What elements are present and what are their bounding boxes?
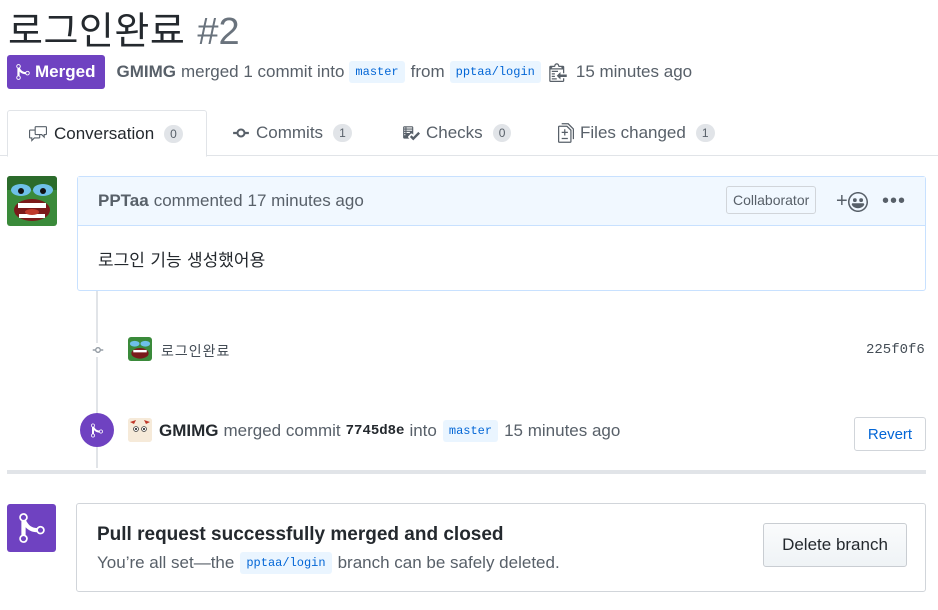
merged-desc-before: You’re all set—the — [97, 553, 235, 572]
add-reaction-button[interactable]: + — [836, 190, 868, 213]
tab-label: Files changed — [580, 123, 686, 142]
comment-time[interactable]: 17 minutes ago — [248, 191, 364, 211]
checklist-icon — [403, 126, 420, 141]
base-branch[interactable]: master — [349, 60, 405, 83]
pr-title: 로그인완료 #2 — [8, 0, 240, 53]
commit-sha-link[interactable]: 225f0f6 — [866, 342, 925, 358]
state-label: Merged — [35, 61, 96, 81]
merged-description: You’re all set—the pptaa/login branch ca… — [97, 552, 560, 574]
comment-box: PPTaa commented 17 minutes ago Collabora… — [77, 176, 926, 291]
tab-counter: 0 — [164, 124, 183, 143]
tab-counter: 1 — [333, 124, 352, 142]
collaborator-badge: Collaborator — [726, 186, 817, 214]
tab-label: Checks — [426, 123, 483, 142]
merge-author[interactable]: GMIMG — [159, 421, 219, 441]
comment-author[interactable]: PPTaa — [98, 191, 149, 211]
kebab-horizontal-icon[interactable]: ••• — [882, 190, 906, 213]
git-commit-icon — [90, 343, 106, 357]
pr-time[interactable]: 15 minutes ago — [576, 62, 692, 82]
merged-status-box: Pull request successfully merged and clo… — [76, 503, 926, 592]
avatar[interactable] — [7, 176, 57, 226]
comment-body: 로그인 기능 생성했어용 — [98, 251, 266, 271]
merge-event: GMIMG merged commit 7745d8e into master … — [159, 418, 620, 444]
merge-base-branch[interactable]: master — [442, 420, 499, 442]
timeline-divider — [7, 470, 926, 474]
comment-action: commented — [153, 191, 243, 210]
comment-discussion-icon — [29, 125, 47, 142]
comment-header: PPTaa commented 17 minutes ago Collabora… — [78, 177, 925, 226]
tab-conversation[interactable]: Conversation 0 — [7, 110, 207, 157]
tab-label: Commits — [256, 123, 324, 142]
commit-message-link[interactable]: 로그인완료 — [161, 341, 230, 361]
avatar[interactable] — [128, 418, 152, 442]
smiley-icon — [847, 191, 868, 212]
merged-desc-after: branch can be safely deleted. — [337, 553, 560, 572]
from-text: from — [410, 61, 445, 81]
tab-checks[interactable]: Checks 0 — [402, 110, 512, 156]
tab-label: Conversation — [54, 123, 155, 143]
merged-head-branch[interactable]: pptaa/login — [240, 552, 332, 574]
tab-counter: 0 — [492, 124, 512, 142]
merge-text: merged 1 commit into — [180, 61, 345, 81]
merge-event-text: merged commit — [223, 421, 341, 440]
merge-into-text: into — [409, 421, 437, 440]
tab-files-changed[interactable]: Files changed 1 — [558, 110, 715, 156]
tab-commits[interactable]: Commits 1 — [232, 110, 352, 156]
plus-icon: + — [836, 190, 848, 212]
pr-author-link[interactable]: GMIMG — [116, 62, 176, 82]
head-branch[interactable]: pptaa/login — [449, 60, 541, 83]
git-merge-icon — [7, 504, 56, 552]
git-merge-icon — [80, 413, 114, 447]
clippy-icon[interactable] — [549, 62, 567, 82]
delete-branch-button[interactable]: Delete branch — [763, 523, 907, 567]
merge-time[interactable]: 15 minutes ago — [504, 421, 620, 441]
git-commit-icon — [233, 128, 249, 138]
merged-state-badge: Merged — [7, 54, 106, 89]
file-diff-icon — [558, 123, 574, 143]
git-merge-icon — [16, 63, 30, 80]
tab-counter: 1 — [695, 124, 715, 142]
pr-title-text: 로그인완료 — [8, 9, 186, 53]
avatar[interactable] — [128, 337, 152, 361]
merge-commit-sha[interactable]: 7745d8e — [346, 423, 405, 439]
revert-button[interactable]: Revert — [854, 417, 926, 451]
pr-number: #2 — [197, 11, 240, 53]
merged-heading: Pull request successfully merged and clo… — [97, 524, 504, 545]
pr-tabs: Conversation 0 Commits 1 Checks 0 Files … — [0, 110, 938, 157]
pr-meta: Merged GMIMG merged 1 commit into master… — [7, 54, 697, 89]
